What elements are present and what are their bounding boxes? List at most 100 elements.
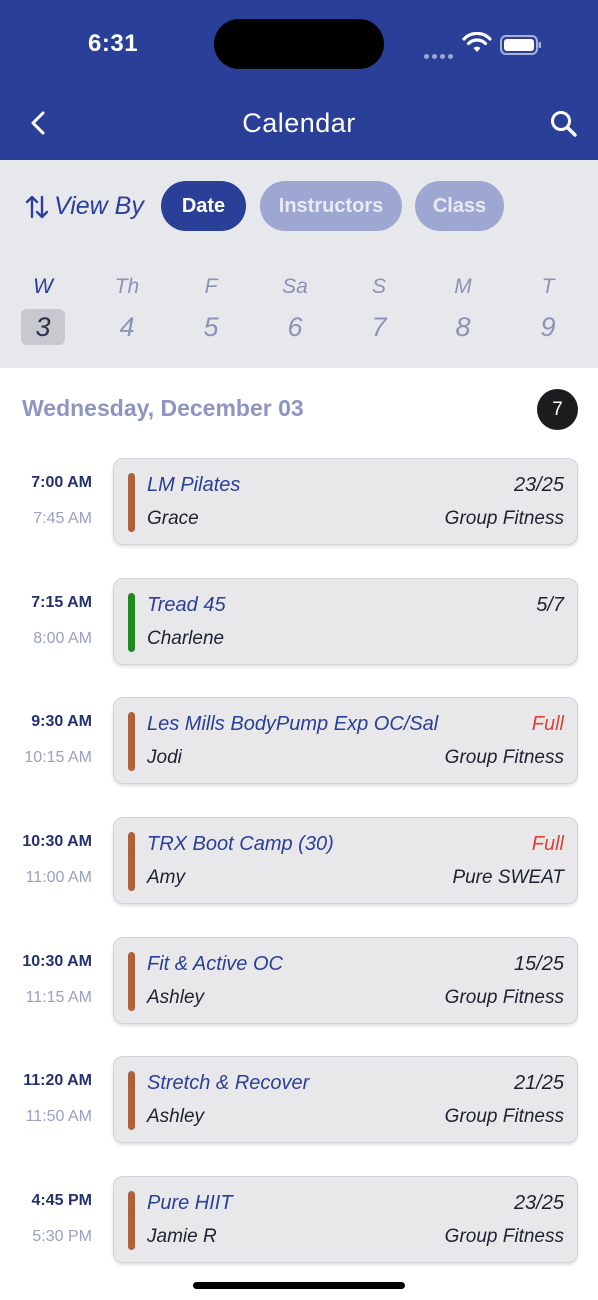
class-category: Group Fitness xyxy=(444,1226,564,1247)
category-color-bar xyxy=(128,1191,135,1250)
dynamic-island xyxy=(214,19,384,69)
day-number: 3 xyxy=(21,309,65,345)
class-capacity: 15/25 xyxy=(513,953,564,975)
day-wednesday[interactable]: W 3 xyxy=(13,255,73,345)
day-number: 4 xyxy=(119,312,135,342)
app-header: 6:31 Calendar xyxy=(0,0,598,160)
class-count-badge: 7 xyxy=(537,389,578,430)
class-capacity: 23/25 xyxy=(513,1192,564,1214)
start-time: 10:30 AM xyxy=(22,953,92,970)
day-sunday[interactable]: S 7 xyxy=(349,255,409,345)
end-time: 11:50 AM xyxy=(25,1108,92,1125)
page-title: Calendar xyxy=(242,108,356,138)
class-capacity: 21/25 xyxy=(513,1072,564,1094)
day-number: 9 xyxy=(540,312,556,342)
class-capacity: Full xyxy=(531,713,564,735)
class-card[interactable]: Les Mills BodyPump Exp OC/Sal Full Jodi … xyxy=(113,697,578,784)
view-by-class-button[interactable]: Class xyxy=(415,181,504,231)
search-icon[interactable] xyxy=(548,108,580,140)
class-category: Group Fitness xyxy=(444,1106,564,1127)
class-instructor: Amy xyxy=(147,867,185,888)
category-color-bar xyxy=(128,832,135,891)
category-color-bar xyxy=(128,952,135,1011)
day-letter: T xyxy=(541,275,555,298)
start-time: 7:00 AM xyxy=(31,474,92,491)
status-time: 6:31 xyxy=(88,30,139,57)
class-card[interactable]: TRX Boot Camp (30) Full Amy Pure SWEAT xyxy=(113,817,578,904)
class-card[interactable]: Fit & Active OC 15/25 Ashley Group Fitne… xyxy=(113,937,578,1024)
start-time: 4:45 PM xyxy=(31,1192,92,1209)
schedule-row: 7:00 AM 7:45 AM LM Pilates 23/25 Grace G… xyxy=(0,458,598,548)
class-instructor: Grace xyxy=(147,508,199,529)
class-category: Group Fitness xyxy=(444,508,564,529)
day-letter: Th xyxy=(114,275,140,298)
class-capacity: Full xyxy=(531,833,564,855)
day-friday[interactable]: F 5 xyxy=(181,255,241,345)
day-letter: S xyxy=(371,275,386,298)
day-letter: Sa xyxy=(282,275,308,298)
signal-dots-icon xyxy=(424,46,456,64)
category-color-bar xyxy=(128,1071,135,1130)
schedule-row: 10:30 AM 11:15 AM Fit & Active OC 15/25 … xyxy=(0,937,598,1027)
class-name: Pure HIIT xyxy=(147,1192,233,1214)
day-number: 6 xyxy=(287,312,303,342)
class-category: Pure SWEAT xyxy=(452,867,564,888)
end-time: 5:30 PM xyxy=(32,1228,92,1245)
class-name: TRX Boot Camp (30) xyxy=(147,833,334,855)
day-letter: M xyxy=(454,275,472,298)
view-by-instructors-button[interactable]: Instructors xyxy=(260,181,402,231)
category-color-bar xyxy=(128,712,135,771)
class-name: Fit & Active OC xyxy=(147,953,283,975)
view-by-date-button[interactable]: Date xyxy=(161,181,246,231)
class-name: Stretch & Recover xyxy=(147,1072,310,1094)
day-letter: W xyxy=(33,275,53,298)
class-category: Group Fitness xyxy=(444,747,564,768)
class-card[interactable]: Tread 45 5/7 Charlene xyxy=(113,578,578,665)
class-instructor: Jamie R xyxy=(147,1226,217,1247)
start-time: 11:20 AM xyxy=(23,1072,92,1089)
end-time: 11:15 AM xyxy=(25,989,92,1006)
class-category: Group Fitness xyxy=(444,987,564,1008)
home-indicator xyxy=(193,1282,405,1289)
view-by-label[interactable]: View By xyxy=(54,192,144,221)
day-thursday[interactable]: Th 4 xyxy=(97,255,157,345)
day-tuesday[interactable]: T 9 xyxy=(518,255,578,345)
class-name: Les Mills BodyPump Exp OC/Sal xyxy=(147,713,439,735)
day-number: 5 xyxy=(203,312,219,342)
sort-arrows-icon[interactable] xyxy=(24,193,50,221)
schedule-row: 4:45 PM 5:30 PM Pure HIIT 23/25 Jamie R … xyxy=(0,1176,598,1266)
class-capacity: 23/25 xyxy=(513,474,564,496)
class-name: LM Pilates xyxy=(147,474,241,496)
class-instructor: Jodi xyxy=(147,747,182,768)
wifi-icon xyxy=(462,32,492,52)
class-instructor: Charlene xyxy=(147,628,225,649)
date-heading: Wednesday, December 03 xyxy=(22,395,304,421)
start-time: 10:30 AM xyxy=(22,833,92,850)
category-color-bar xyxy=(128,593,135,652)
class-capacity: 5/7 xyxy=(536,594,564,616)
end-time: 7:45 AM xyxy=(33,510,92,527)
schedule-row: 11:20 AM 11:50 AM Stretch & Recover 21/2… xyxy=(0,1056,598,1146)
category-color-bar xyxy=(128,473,135,532)
week-strip: W 3 Th 4 F 5 Sa 6 S 7 M 8 T 9 xyxy=(0,255,598,368)
day-number: 7 xyxy=(371,312,387,342)
schedule-row: 7:15 AM 8:00 AM Tread 45 5/7 Charlene xyxy=(0,578,598,668)
start-time: 9:30 AM xyxy=(31,713,92,730)
class-instructor: Ashley xyxy=(147,987,205,1008)
end-time: 11:00 AM xyxy=(25,869,92,886)
start-time: 7:15 AM xyxy=(31,594,92,611)
class-name: Tread 45 xyxy=(147,594,226,616)
class-card[interactable]: LM Pilates 23/25 Grace Group Fitness xyxy=(113,458,578,545)
day-letter: F xyxy=(204,275,218,298)
class-card[interactable]: Pure HIIT 23/25 Jamie R Group Fitness xyxy=(113,1176,578,1263)
class-card[interactable]: Stretch & Recover 21/25 Ashley Group Fit… xyxy=(113,1056,578,1143)
battery-icon xyxy=(500,35,541,55)
schedule-row: 9:30 AM 10:15 AM Les Mills BodyPump Exp … xyxy=(0,697,598,787)
day-number: 8 xyxy=(455,312,471,342)
end-time: 10:15 AM xyxy=(24,749,92,766)
class-instructor: Ashley xyxy=(147,1106,205,1127)
schedule-row: 10:30 AM 11:00 AM TRX Boot Camp (30) Ful… xyxy=(0,817,598,907)
day-saturday[interactable]: Sa 6 xyxy=(265,255,325,345)
end-time: 8:00 AM xyxy=(33,630,92,647)
day-monday[interactable]: M 8 xyxy=(433,255,493,345)
